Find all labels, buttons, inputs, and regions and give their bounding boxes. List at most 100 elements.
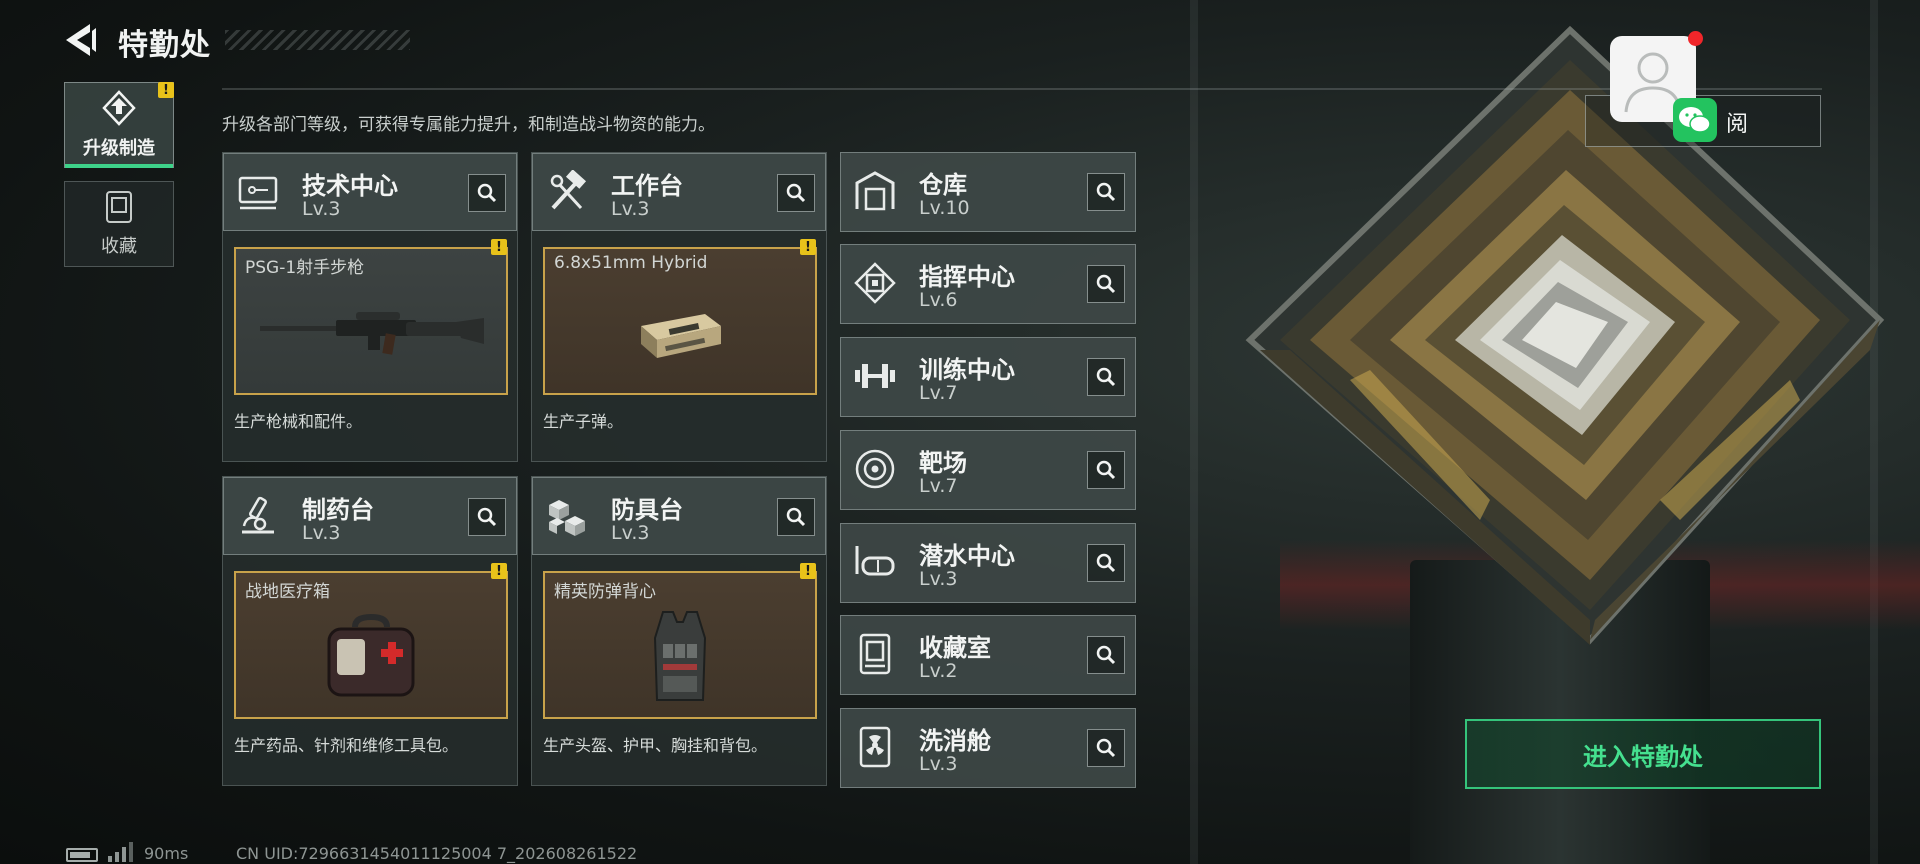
search-icon xyxy=(1096,367,1116,387)
search-button[interactable] xyxy=(1087,173,1125,211)
page-title: 特勤处 xyxy=(118,28,211,63)
facility-row-decontamination[interactable]: 洗消舱 Lv.3 xyxy=(840,708,1136,788)
facility-name: 制药台 xyxy=(302,496,374,524)
facility-level: Lv.7 xyxy=(919,475,958,497)
decontamination-icon xyxy=(859,726,891,768)
tech-center-icon xyxy=(238,176,278,210)
medkit-image xyxy=(236,599,506,717)
training-center-icon xyxy=(855,364,895,388)
facility-name: 仓库 xyxy=(919,171,967,199)
search-button[interactable] xyxy=(468,174,506,212)
facility-name: 工作台 xyxy=(611,172,683,200)
search-button[interactable] xyxy=(1087,544,1125,582)
facility-header[interactable]: 技术中心 Lv.3 xyxy=(223,153,517,231)
rifle-image xyxy=(236,275,506,393)
facility-name: 防具台 xyxy=(611,496,683,524)
bg-rail xyxy=(1190,0,1198,864)
battery-icon xyxy=(66,848,98,862)
search-button[interactable] xyxy=(777,498,815,536)
search-button[interactable] xyxy=(1087,636,1125,674)
enter-safehouse-button[interactable]: 进入特勤处 xyxy=(1465,719,1821,789)
page-subtitle: 升级各部门等级，可获得专属能力提升，和制造战斗物资的能力。 xyxy=(222,115,715,135)
search-icon xyxy=(786,507,806,527)
search-icon xyxy=(1096,182,1116,202)
facility-header[interactable]: 工作台 Lv.3 xyxy=(532,153,826,231)
side-tab-label: 升级制造 xyxy=(83,138,155,159)
alert-badge: ! xyxy=(800,239,816,255)
warehouse-icon xyxy=(855,171,895,211)
diving-center-icon xyxy=(855,546,895,576)
production-item-slot[interactable]: 6.8x51mm Hybrid xyxy=(543,247,817,395)
wechat-icon[interactable] xyxy=(1673,98,1717,142)
side-tab-upgrade[interactable]: 升级制造 ! xyxy=(64,82,174,168)
search-button[interactable] xyxy=(777,174,815,212)
pharmacy-icon xyxy=(242,496,274,534)
facility-name: 技术中心 xyxy=(302,172,398,200)
facility-row-diving-center[interactable]: 潜水中心 Lv.3 xyxy=(840,523,1136,603)
subscribe-label: 阅 xyxy=(1726,112,1749,137)
notification-dot xyxy=(1688,31,1703,46)
facility-level: Lv.10 xyxy=(919,197,970,219)
production-item-slot[interactable]: PSG-1射手步枪 xyxy=(234,247,508,395)
search-button[interactable] xyxy=(1087,358,1125,396)
alert-badge: ! xyxy=(491,563,507,579)
facility-description: 生产头盔、护甲、胸挂和背包。 xyxy=(543,736,768,755)
alert-badge: ! xyxy=(491,239,507,255)
ammo-box-image xyxy=(545,275,815,393)
shooting-range-icon xyxy=(855,449,895,489)
search-icon xyxy=(1096,645,1116,665)
facility-header[interactable]: 防具台 Lv.3 xyxy=(532,477,826,555)
search-button[interactable] xyxy=(1087,265,1125,303)
search-icon xyxy=(1096,274,1116,294)
facility-level: Lv.3 xyxy=(302,198,341,220)
search-icon xyxy=(477,183,497,203)
back-button[interactable] xyxy=(60,18,104,62)
facility-row-training-center[interactable]: 训练中心 Lv.7 xyxy=(840,337,1136,417)
production-item-slot[interactable]: 精英防弹背心 xyxy=(543,571,817,719)
search-icon xyxy=(1096,460,1116,480)
facility-row-shooting-range[interactable]: 靶场 Lv.7 xyxy=(840,430,1136,510)
title-hatch-decoration xyxy=(225,30,410,50)
header-divider xyxy=(222,88,1822,90)
upgrade-icon xyxy=(102,90,136,126)
search-icon xyxy=(1096,738,1116,758)
facility-level: Lv.3 xyxy=(611,522,650,544)
facility-row-collection-room[interactable]: 收藏室 Lv.2 xyxy=(840,615,1136,695)
facility-card-tech-center: 技术中心 Lv.3 PSG-1射手步枪 ! 生产枪械和配件。 xyxy=(222,152,518,462)
facility-level: Lv.6 xyxy=(919,289,958,311)
facility-name: 潜水中心 xyxy=(919,542,1015,570)
facility-description: 生产子弹。 xyxy=(543,412,624,431)
facility-row-command-center[interactable]: 指挥中心 Lv.6 xyxy=(840,244,1136,324)
facility-card-pharmacy: 制药台 Lv.3 战地医疗箱 ! 生产药品、针剂和维修工具包。 xyxy=(222,476,518,786)
search-button[interactable] xyxy=(468,498,506,536)
alert-badge: ! xyxy=(800,563,816,579)
search-icon xyxy=(1096,553,1116,573)
collection-icon xyxy=(106,191,132,223)
product-name: 6.8x51mm Hybrid xyxy=(554,253,708,273)
facility-header[interactable]: 制药台 Lv.3 xyxy=(223,477,517,555)
facility-name: 收藏室 xyxy=(919,634,991,662)
signal-icon xyxy=(108,842,133,862)
search-button[interactable] xyxy=(1087,451,1125,489)
side-tab-collection[interactable]: 收藏 xyxy=(64,181,174,267)
user-uid: CN UID:7296631454011125004 7_20260826152… xyxy=(236,844,638,863)
facility-name: 训练中心 xyxy=(919,356,1015,384)
facility-row-warehouse[interactable]: 仓库 Lv.10 xyxy=(840,152,1136,232)
facility-name: 靶场 xyxy=(919,449,967,477)
facility-name: 指挥中心 xyxy=(919,263,1015,291)
search-icon xyxy=(477,507,497,527)
ping-value: 90ms xyxy=(144,844,189,863)
back-arrow-icon xyxy=(66,24,96,56)
facility-level: Lv.3 xyxy=(919,568,958,590)
production-item-slot[interactable]: 战地医疗箱 xyxy=(234,571,508,719)
search-button[interactable] xyxy=(1087,729,1125,767)
collection-room-icon xyxy=(859,633,891,675)
facility-level: Lv.3 xyxy=(302,522,341,544)
vest-image xyxy=(545,599,815,717)
command-center-icon xyxy=(854,262,896,304)
facility-level: Lv.2 xyxy=(919,660,958,682)
search-icon xyxy=(786,183,806,203)
facility-name: 洗消舱 xyxy=(919,727,991,755)
facility-description: 生产药品、针剂和维修工具包。 xyxy=(234,736,459,755)
facility-card-workbench: 工作台 Lv.3 6.8x51mm Hybrid ! 生产子弹。 xyxy=(531,152,827,462)
